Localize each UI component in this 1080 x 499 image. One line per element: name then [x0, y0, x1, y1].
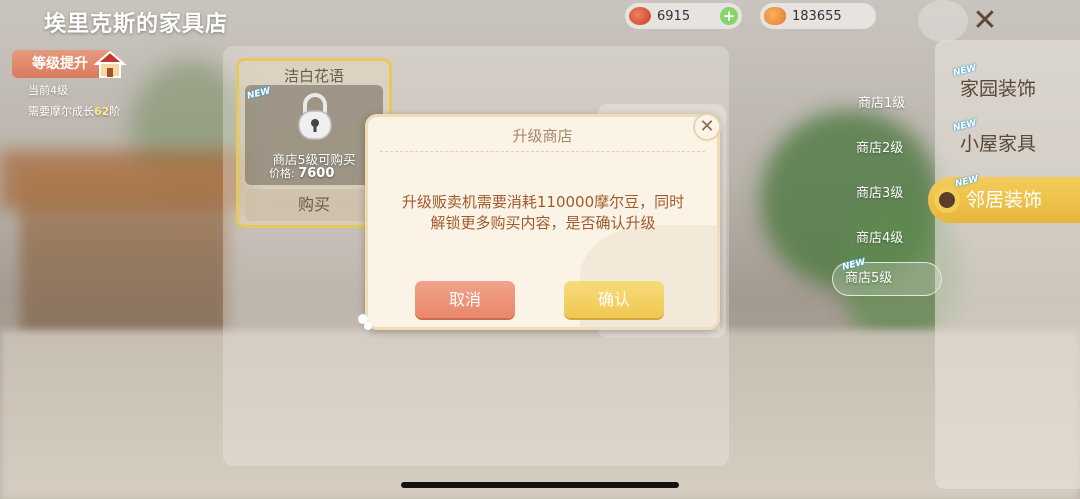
current-level-text: 当前4级 — [28, 84, 68, 97]
currency-beans-value: 183655 — [792, 8, 842, 24]
cancel-button[interactable]: 取消 — [415, 281, 515, 318]
shop-level-3[interactable]: 商店3级 — [856, 182, 903, 201]
close-shop-button[interactable]: ✕ — [966, 4, 1004, 38]
currency-gems: 6915 + — [625, 3, 742, 29]
item-name: 洁白花语 — [283, 67, 344, 85]
level-requirement-text: 需要摩尔成长62阶 — [28, 105, 121, 118]
buy-button[interactable]: 购买 — [245, 189, 383, 221]
dialog-divider — [380, 151, 705, 152]
shop-level-4[interactable]: 商店4级 — [856, 227, 903, 246]
top-decoration — [918, 0, 968, 42]
currency-beans: 183655 — [760, 3, 876, 29]
add-currency-button[interactable]: + — [720, 7, 738, 25]
item-price: 价格: 7600 — [269, 166, 335, 181]
red-gem-icon — [629, 7, 651, 25]
dialog-title: 升级商店 — [512, 127, 573, 145]
category-active-icon — [934, 187, 960, 213]
lock-icon — [298, 93, 332, 140]
shop-level-1[interactable]: 商店1级 — [858, 92, 905, 111]
home-indicator[interactable] — [401, 482, 679, 488]
bean-icon — [764, 7, 786, 25]
shop-level-2[interactable]: 商店2级 — [856, 137, 903, 156]
paw-icon — [358, 314, 372, 330]
confirm-button[interactable]: 确认 — [564, 281, 664, 318]
shop-house-icon — [93, 50, 127, 78]
dialog-message: 升级贩卖机需要消耗110000摩尔豆，同时 解锁更多购买内容，是否确认升级 — [401, 193, 685, 232]
dialog-close-button[interactable]: ✕ — [693, 113, 721, 141]
currency-gems-value: 6915 — [657, 8, 691, 24]
shop-title: 埃里克斯的家具店 — [44, 12, 229, 37]
